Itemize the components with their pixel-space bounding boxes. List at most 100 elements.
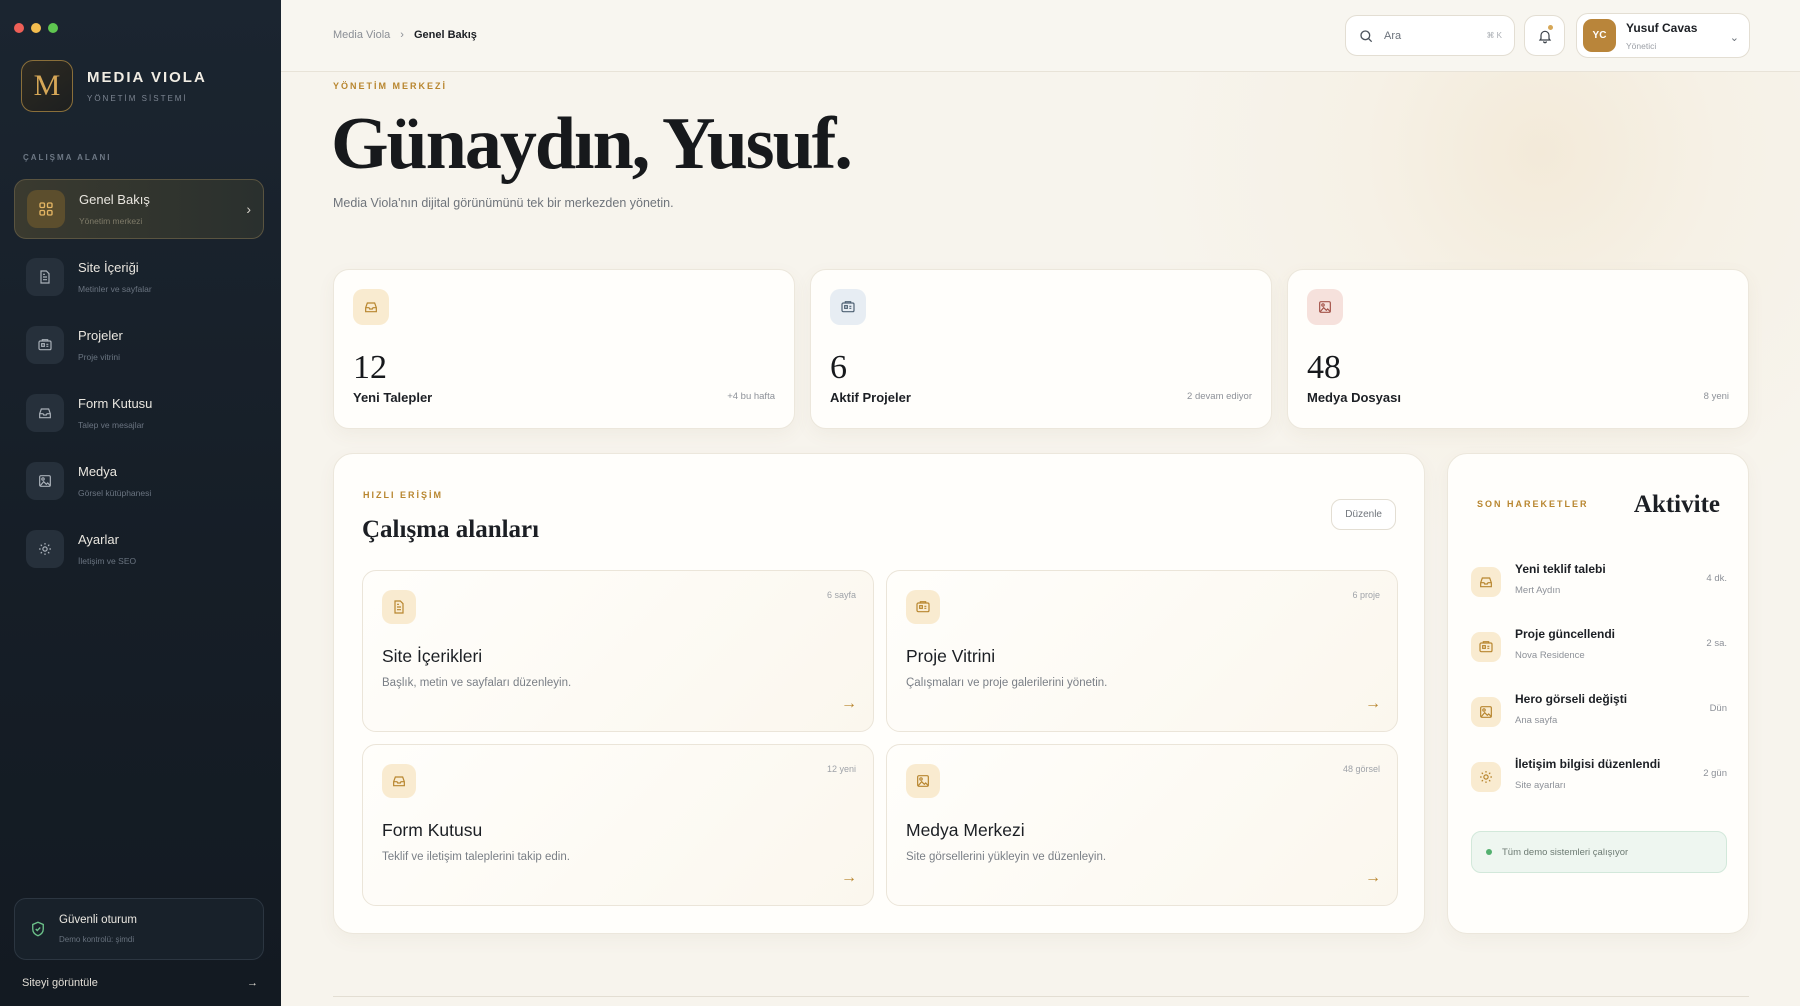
project-icon	[26, 326, 64, 364]
inbox-icon	[1471, 567, 1501, 597]
sidebar-item-label: Form Kutusu	[78, 396, 153, 411]
brand-subtitle: YÖNETİM SİSTEMİ	[87, 94, 188, 103]
brand[interactable]: M MEDIA VIOLA YÖNETİM SİSTEMİ	[21, 60, 207, 112]
inbox-icon	[26, 394, 64, 432]
hero-eyebrow: YÖNETİM MERKEZİ	[333, 81, 448, 91]
quick-access-panel: HIZLI ERİŞİM Çalışma alanları Düzenle 6 …	[333, 453, 1425, 934]
edit-button[interactable]: Düzenle	[1331, 499, 1396, 530]
activity-item[interactable]: Yeni teklif talebi Mert Aydın 4 dk.	[1471, 562, 1727, 627]
activity-text: İletişim bilgisi düzenlendi	[1515, 757, 1661, 771]
activity-text: Hero görseli değişti	[1515, 692, 1628, 706]
tile-title: Medya Merkezi	[906, 820, 1025, 840]
quick-access-title: Çalışma alanları	[362, 516, 540, 543]
stat-label: Aktif Projeler	[830, 390, 911, 405]
secure-session-subtitle: Demo kontrolü: şimdi	[59, 935, 135, 944]
activity-panel: SON HAREKETLER Aktivite Yeni teklif tale…	[1447, 453, 1749, 934]
tile-title: Proje Vitrini	[906, 646, 996, 666]
sidebar-item-subtitle: Yönetim merkezi	[79, 216, 143, 226]
maximize-window-button[interactable]	[48, 23, 58, 33]
view-site-link[interactable]: Siteyi görüntüle →	[22, 977, 258, 989]
notification-dot	[1548, 25, 1553, 30]
activity-item[interactable]: Proje güncellendi Nova Residence 2 sa.	[1471, 627, 1727, 692]
sidebar-item-subtitle: Talep ve mesajlar	[78, 420, 145, 430]
sidebar-item-projects[interactable]: Projeler Proje vitrini	[14, 315, 264, 375]
search-box[interactable]: ⌘ K	[1345, 15, 1515, 56]
image-icon	[26, 462, 64, 500]
activity-subtext: Nova Residence	[1515, 650, 1585, 661]
page-title: Günaydın, Yusuf.	[331, 103, 853, 185]
tile-description: Teklif ve iletişim taleplerini takip edi…	[382, 851, 570, 863]
sidebar-item-label: Ayarlar	[78, 532, 119, 547]
user-menu[interactable]: YC Yusuf Cavas Yönetici ⌄	[1576, 13, 1750, 58]
search-shortcut: ⌘ K	[1486, 31, 1502, 40]
secure-session-title: Güvenli oturum	[59, 914, 137, 926]
user-name: Yusuf Cavas	[1626, 20, 1698, 35]
activity-title: Aktivite	[1633, 491, 1720, 518]
status-dot	[1486, 849, 1492, 855]
sidebar-section-label: ÇALIŞMA ALANI	[23, 153, 112, 162]
breadcrumb-separator: ›	[400, 29, 404, 41]
stat-meta: 8 yeni	[1703, 391, 1729, 402]
workspace-tile-projects[interactable]: 6 proje Proje Vitrini Çalışmaları ve pro…	[886, 570, 1398, 732]
document-icon	[382, 590, 416, 624]
sidebar-item-media[interactable]: Medya Görsel kütüphanesi	[14, 451, 264, 511]
sidebar-item-label: Projeler	[78, 328, 123, 343]
search-input[interactable]	[1384, 29, 1474, 42]
stat-value: 48	[1307, 349, 1341, 386]
activity-time: 2 sa.	[1706, 638, 1727, 649]
workspace-tile-form-inbox[interactable]: 12 yeni Form Kutusu Teklif ve iletişim t…	[362, 744, 874, 906]
topbar: Media Viola › Genel Bakış ⌘ K YC Yusuf C…	[281, 0, 1800, 72]
workspace-tiles: 6 sayfa Site İçerikleri Başlık, metin ve…	[362, 570, 1398, 906]
sidebar-item-overview[interactable]: Genel Bakış Yönetim merkezi ›	[14, 179, 264, 239]
image-icon	[1471, 697, 1501, 727]
sidebar-item-site-content[interactable]: Site İçeriği Metinler ve sayfalar	[14, 247, 264, 307]
activity-time: 2 gün	[1703, 768, 1727, 779]
avatar: YC	[1583, 19, 1616, 52]
activity-item[interactable]: Hero görseli değişti Ana sayfa Dün	[1471, 692, 1727, 757]
chevron-right-icon: ›	[246, 201, 251, 217]
arrow-right-icon: →	[841, 869, 857, 886]
stat-meta: +4 bu hafta	[727, 391, 775, 402]
activity-item[interactable]: İletişim bilgisi düzenlendi Site ayarlar…	[1471, 757, 1727, 822]
stat-card-requests[interactable]: 12 Yeni Talepler +4 bu hafta	[333, 269, 795, 429]
activity-subtext: Mert Aydın	[1515, 585, 1561, 596]
stat-value: 6	[830, 349, 847, 386]
sidebar-item-form-inbox[interactable]: Form Kutusu Talep ve mesajlar	[14, 383, 264, 443]
breadcrumb-current: Genel Bakış	[413, 29, 477, 41]
arrow-right-icon: →	[1365, 869, 1381, 886]
main-content: YÖNETİM MERKEZİ Günaydın, Yusuf. Media V…	[281, 72, 1800, 1006]
stats-row: 12 Yeni Talepler +4 bu hafta 6 Aktif Pro…	[333, 269, 1749, 429]
activity-eyebrow: SON HAREKETLER	[1477, 499, 1589, 509]
inbox-icon	[353, 289, 389, 325]
search-icon	[1358, 28, 1374, 44]
stat-card-projects[interactable]: 6 Aktif Projeler 2 devam ediyor	[810, 269, 1272, 429]
sidebar-item-subtitle: Proje vitrini	[78, 352, 121, 362]
activity-subtext: Ana sayfa	[1515, 715, 1558, 726]
image-icon	[1307, 289, 1343, 325]
workspace-tile-media[interactable]: 48 görsel Medya Merkezi Site görsellerin…	[886, 744, 1398, 906]
tile-title: Form Kutusu	[382, 820, 483, 840]
breadcrumb-root[interactable]: Media Viola	[333, 29, 390, 41]
user-role: Yönetici	[1626, 40, 1657, 51]
activity-list: Yeni teklif talebi Mert Aydın 4 dk. Proj…	[1471, 562, 1727, 822]
tile-meta: 12 yeni	[826, 764, 856, 774]
gear-icon	[1471, 762, 1501, 792]
minimize-window-button[interactable]	[31, 23, 41, 33]
workspace-tile-site-content[interactable]: 6 sayfa Site İçerikleri Başlık, metin ve…	[362, 570, 874, 732]
sidebar-item-subtitle: Görsel kütüphanesi	[78, 488, 152, 498]
sidebar: M MEDIA VIOLA YÖNETİM SİSTEMİ ÇALIŞMA AL…	[0, 0, 281, 1006]
close-window-button[interactable]	[14, 23, 24, 33]
document-icon	[26, 258, 64, 296]
stat-label: Medya Dosyası	[1307, 390, 1401, 405]
notifications-button[interactable]	[1524, 15, 1565, 56]
tile-meta: 48 görsel	[1342, 764, 1380, 774]
secure-session-card: Güvenli oturum Demo kontrolü: şimdi	[14, 898, 264, 960]
stat-card-media[interactable]: 48 Medya Dosyası 8 yeni	[1287, 269, 1749, 429]
sidebar-item-label: Site İçeriği	[78, 260, 139, 275]
sidebar-nav: Genel Bakış Yönetim merkezi › Site İçeri…	[14, 179, 264, 587]
tile-description: Site görsellerini yükleyin ve düzenleyin…	[906, 851, 1107, 863]
system-status-text: Tüm demo sistemleri çalışıyor	[1502, 846, 1629, 858]
sidebar-item-settings[interactable]: Ayarlar İletişim ve SEO	[14, 519, 264, 579]
activity-time: Dün	[1709, 703, 1727, 714]
stat-value: 12	[353, 349, 387, 386]
